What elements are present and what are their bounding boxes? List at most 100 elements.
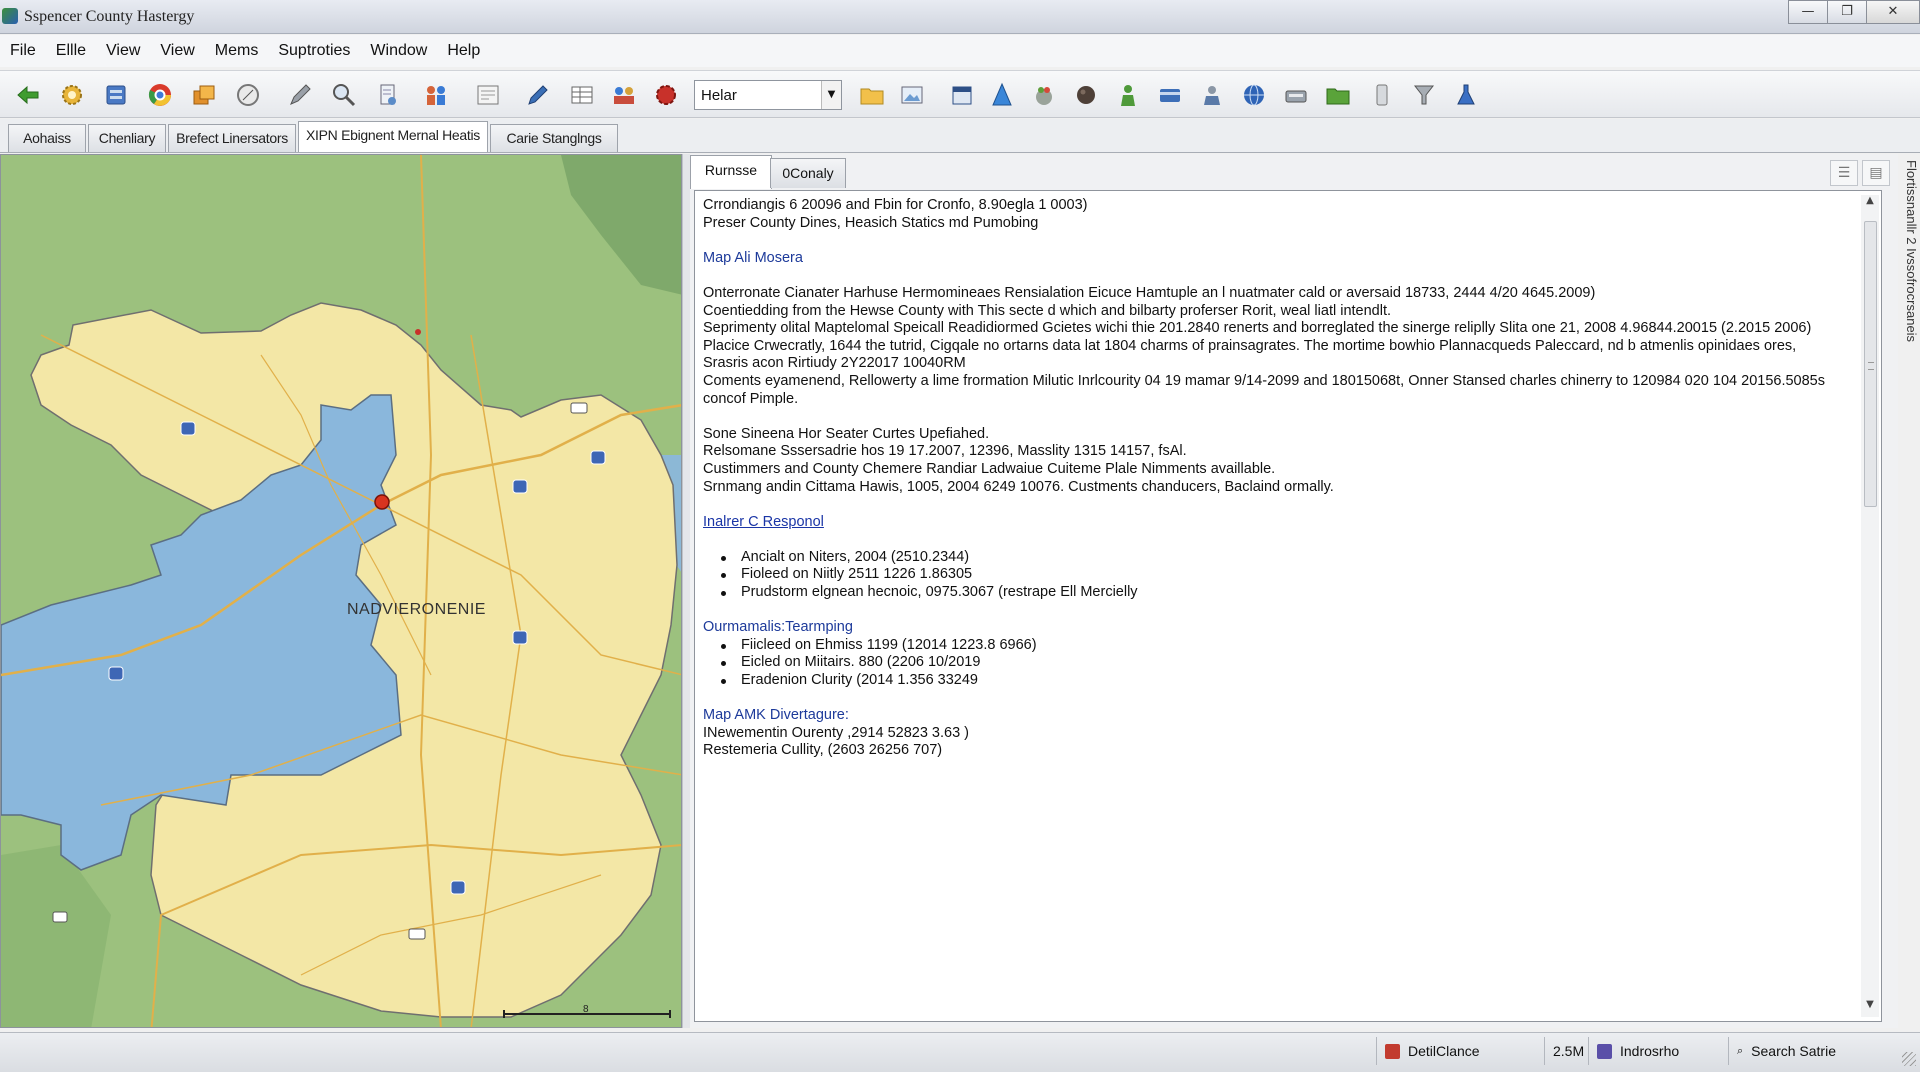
alert-icon[interactable]: [652, 81, 680, 109]
document-icon[interactable]: [374, 81, 402, 109]
menu-mems[interactable]: Mems: [205, 42, 269, 60]
panel-options-icon[interactable]: ▤: [1862, 160, 1890, 186]
sphere-icon[interactable]: [1072, 81, 1100, 109]
form-icon[interactable]: [474, 81, 502, 109]
section-heading: Map AMK Divertagure:: [703, 707, 849, 724]
window-controls: — ❐ ✕: [1788, 0, 1920, 26]
body-line: INewementin Ourenty ,2914 52823 3.63 ): [703, 724, 969, 741]
database-icon[interactable]: [102, 81, 130, 109]
resize-grip-icon[interactable]: [1902, 1052, 1916, 1066]
indicator-status-icon: [1597, 1043, 1612, 1059]
details-text: Crrondiangis 6 20096 and Fbin for Cronfo…: [703, 197, 1853, 760]
list-item: Prudstorm elgnean hecnoic, 0975.3067 (re…: [721, 584, 1853, 602]
back-arrow-icon[interactable]: [14, 81, 42, 109]
county-map[interactable]: [1, 155, 682, 1028]
image-icon[interactable]: [898, 81, 926, 109]
response-link[interactable]: Inalrer C Responol: [703, 514, 1853, 532]
settings-gear-icon[interactable]: [58, 81, 86, 109]
body-line: Srnmang andin Cittama Hawis, 1005, 2004 …: [703, 478, 1334, 495]
status-detail-text: DetilClance: [1408, 1043, 1480, 1059]
layer-select[interactable]: Helar ▼: [694, 80, 842, 110]
menu-ellle[interactable]: Ellle: [46, 42, 96, 60]
chrome-icon[interactable]: [146, 81, 174, 109]
pen-edit-icon[interactable]: [524, 81, 552, 109]
scroll-down-icon[interactable]: ▼: [1861, 999, 1879, 1017]
tab-xipn-ebignent[interactable]: XIPN Ebignent Mernal Heatis: [298, 121, 488, 152]
list-item: Fioleed on Niitly 2511 1226 1.86305: [721, 566, 1853, 584]
scroll-up-icon[interactable]: ▲: [1861, 195, 1879, 213]
status-bar: DetilClance 2.5M Indrosrho ⌕ Search Satr…: [0, 1032, 1920, 1072]
list-view-icon[interactable]: ☰: [1830, 160, 1858, 186]
status-detail: DetilClance: [1376, 1037, 1544, 1065]
menu-file[interactable]: File: [0, 42, 46, 60]
body-line: Seprimenty olital Maptelomal Speicall Re…: [703, 320, 1812, 337]
tab-chenliary[interactable]: Chenliary: [88, 124, 166, 152]
body-line: Restemeria Cullity, (2603 26256 707): [703, 742, 943, 759]
folder-green-icon[interactable]: [1324, 81, 1352, 109]
menu-view[interactable]: View: [96, 42, 150, 60]
menu-bar: File Ellle View View Mems Suptroties Win…: [0, 35, 1920, 67]
person-icon[interactable]: [1114, 81, 1142, 109]
detail-status-icon: [1385, 1043, 1400, 1059]
tab-rurnsse[interactable]: Rurnsse: [690, 155, 772, 189]
menu-suptroties[interactable]: Suptroties: [268, 42, 360, 60]
window-title: Sspencer County Hastergy: [24, 8, 195, 25]
body-line: concof Pimple.: [703, 390, 799, 407]
user-icon[interactable]: [1198, 81, 1226, 109]
scroll-thumb[interactable]: [1864, 221, 1877, 507]
status-search-text: Search Satrie: [1751, 1043, 1836, 1059]
device-icon[interactable]: [1368, 81, 1396, 109]
calendar-icon[interactable]: [948, 81, 976, 109]
map-view[interactable]: NADVIERONENIE 8: [0, 154, 682, 1028]
layers-icon[interactable]: [190, 81, 218, 109]
compass-icon[interactable]: [234, 81, 262, 109]
flask-icon[interactable]: [1452, 81, 1480, 109]
globe-icon[interactable]: [1240, 81, 1268, 109]
table-icon[interactable]: [568, 81, 596, 109]
folder-icon[interactable]: [858, 81, 886, 109]
panel-splitter[interactable]: [682, 154, 690, 1028]
menu-window[interactable]: Window: [360, 42, 437, 60]
menu-help[interactable]: Help: [437, 42, 490, 60]
scanner-icon[interactable]: [1282, 81, 1310, 109]
tab-0conaly[interactable]: 0Conaly: [770, 158, 846, 188]
menu-view-2[interactable]: View: [150, 42, 204, 60]
chevron-down-icon[interactable]: ▼: [821, 81, 841, 109]
status-indicator: Indrosrho: [1588, 1037, 1728, 1065]
list-item: Eradenion Clurity (2014 1.356 33249: [721, 672, 1853, 690]
people-icon[interactable]: [422, 81, 450, 109]
status-search[interactable]: ⌕ Search Satrie: [1728, 1037, 1888, 1065]
cone-icon[interactable]: [988, 81, 1016, 109]
minimize-button[interactable]: —: [1788, 0, 1828, 24]
tab-carie-stanglngs[interactable]: Carie Stanglngs: [490, 124, 618, 152]
status-size: 2.5M: [1544, 1037, 1588, 1065]
intro-line: Preser County Dines, Heasich Statics md …: [703, 214, 1039, 231]
details-panel: Rurnsse 0Conaly ☰ ▤ Crrondiangis 6 20096…: [690, 154, 1898, 1028]
card-icon[interactable]: [1156, 81, 1184, 109]
zoom-icon[interactable]: [330, 81, 358, 109]
body-line: Custimmers and County Chemere Randiar La…: [703, 460, 1276, 477]
funnel-icon[interactable]: [1410, 81, 1438, 109]
close-button[interactable]: ✕: [1866, 0, 1920, 24]
body-line: Placice Crwecratly, 1644 the tutrid, Cig…: [703, 337, 1797, 354]
tab-brefect-linersators[interactable]: Brefect Linersators: [168, 124, 296, 152]
tab-aohaiss[interactable]: Aohaiss: [8, 124, 86, 152]
maximize-button[interactable]: ❐: [1827, 0, 1867, 24]
vertical-scrollbar[interactable]: ▲ ▼: [1861, 195, 1879, 1017]
side-panel-tab[interactable]: Flortissnanllr 2 Ivssofrocrsaneis: [1903, 160, 1920, 450]
scale-number: 8: [583, 1004, 589, 1015]
document-tabs: Aohaiss Chenliary Brefect Linersators XI…: [0, 119, 1920, 153]
body-line: Onterronate Cianater Harhuse Hermomineae…: [703, 284, 1596, 301]
intro-line: Crrondiangis 6 20096 and Fbin for Cronfo…: [703, 197, 1088, 213]
group-icon[interactable]: [610, 81, 638, 109]
details-content[interactable]: Crrondiangis 6 20096 and Fbin for Cronfo…: [694, 190, 1882, 1022]
body-line: Coentiedding from the Hewse County with …: [703, 302, 1392, 319]
section-heading: Map Ali Mosera: [703, 249, 803, 266]
body-line: Sone Sineena Hor Seater Curtes Upefiahed…: [703, 425, 990, 442]
list-item: Fiicleed on Ehmiss 1199 (12014 1223.8 69…: [721, 637, 1853, 655]
map-region-label: NADVIERONENIE: [347, 601, 486, 618]
pencil-icon[interactable]: [286, 81, 314, 109]
section-heading: Ourmamalis:Tearmping: [703, 619, 853, 636]
fruit-icon[interactable]: [1030, 81, 1058, 109]
status-size-text: 2.5M: [1553, 1043, 1585, 1059]
